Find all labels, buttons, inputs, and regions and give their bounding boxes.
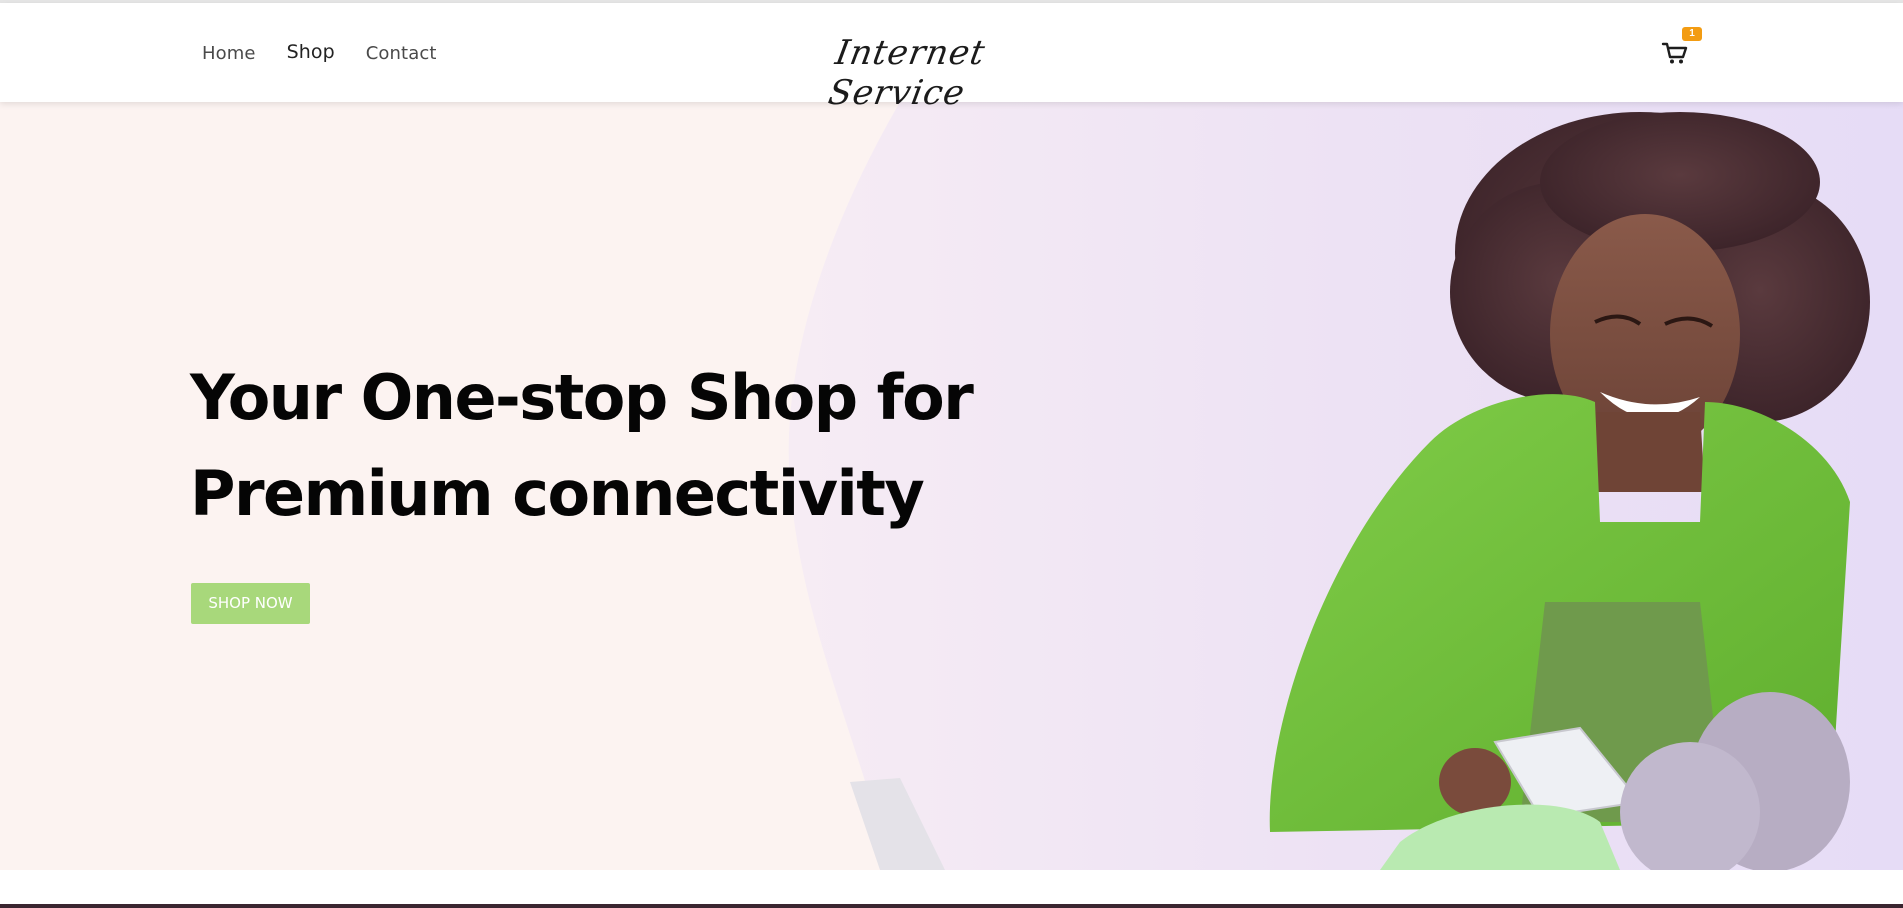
cart-count-badge: 1 bbox=[1682, 27, 1702, 41]
cart-button[interactable] bbox=[1660, 38, 1690, 68]
nav-shop[interactable]: Shop bbox=[287, 41, 335, 64]
next-section-edge bbox=[0, 904, 1903, 908]
hero-heading-line1: Your One-stop Shop for bbox=[190, 361, 974, 434]
hero-heading: Your One-stop Shop for Premium connectiv… bbox=[190, 350, 1010, 542]
hero-section: Your One-stop Shop for Premium connectiv… bbox=[0, 102, 1903, 870]
nav-contact[interactable]: Contact bbox=[366, 43, 437, 64]
section-divider bbox=[0, 870, 1903, 908]
shop-now-button[interactable]: SHOP NOW bbox=[191, 583, 310, 624]
nav-home[interactable]: Home bbox=[202, 43, 256, 64]
site-header: Home Shop Contact Internet Service bbox=[0, 3, 1903, 113]
main-nav: Home Shop Contact bbox=[202, 41, 468, 64]
hero-heading-line2: Premium connectivity bbox=[190, 457, 925, 530]
cart-icon bbox=[1661, 42, 1688, 64]
site-logo[interactable]: Internet Service bbox=[825, 33, 1090, 113]
